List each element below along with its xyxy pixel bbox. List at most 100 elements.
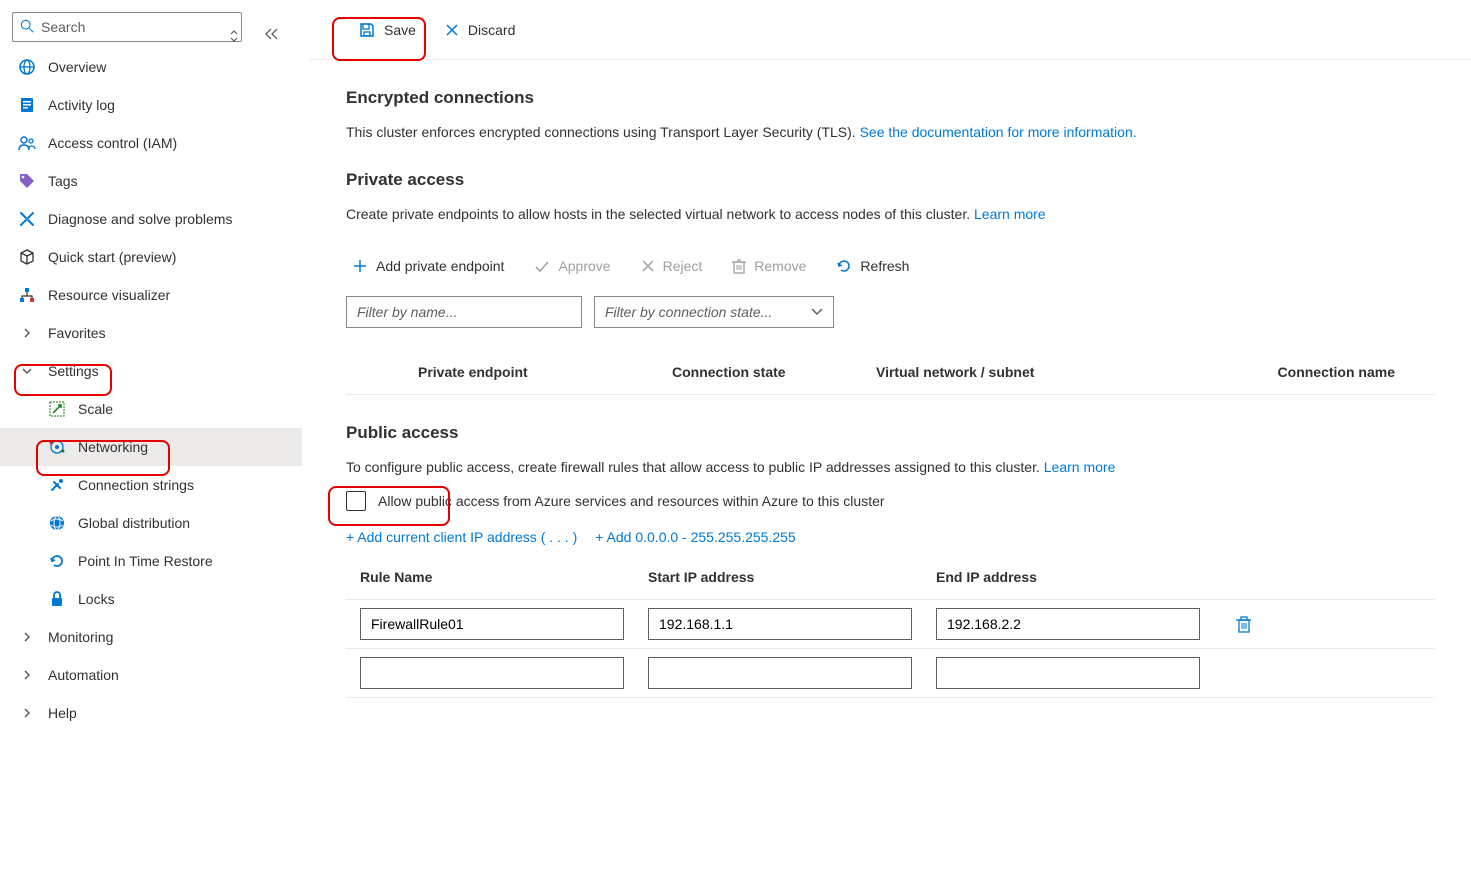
private-access-text: Create private endpoints to allow hosts …	[346, 204, 1435, 224]
sidebar-group-settings[interactable]: Settings	[0, 352, 302, 390]
public-access-section: Public access To configure public access…	[310, 395, 1471, 698]
sidebar-group-label: Favorites	[48, 325, 106, 341]
col-private-endpoint: Private endpoint	[346, 364, 672, 380]
sidebar-item-diagnose[interactable]: Diagnose and solve problems	[0, 200, 302, 238]
refresh-button[interactable]: Refresh	[830, 250, 915, 282]
sidebar-item-label: Networking	[78, 439, 148, 455]
end-ip-input[interactable]	[936, 608, 1200, 640]
sidebar-item-label: Locks	[78, 591, 115, 607]
delete-rule-button[interactable]	[1236, 615, 1252, 633]
close-icon	[444, 22, 460, 38]
sidebar-item-resource-visualizer[interactable]: Resource visualizer	[0, 276, 302, 314]
sidebar-item-connection-strings[interactable]: Connection strings	[0, 466, 302, 504]
sidebar-item-pitr[interactable]: Point In Time Restore	[0, 542, 302, 580]
private-access-section: Private access Create private endpoints …	[310, 142, 1471, 395]
remove-button: Remove	[726, 250, 812, 282]
private-access-title: Private access	[346, 170, 1435, 190]
sidebar-item-label: Tags	[48, 173, 78, 189]
allow-azure-access-label: Allow public access from Azure services …	[378, 493, 885, 509]
lock-icon	[48, 590, 66, 608]
add-ip-range-link[interactable]: + Add 0.0.0.0 - 255.255.255.255	[595, 529, 795, 545]
chevron-right-icon	[18, 328, 36, 338]
filter-by-state-select[interactable]: Filter by connection state...	[594, 296, 834, 328]
sidebar-item-scale[interactable]: Scale	[0, 390, 302, 428]
firewall-row	[346, 600, 1435, 649]
sidebar: Overview Activity log Access control (IA…	[0, 0, 310, 869]
sidebar-item-locks[interactable]: Locks	[0, 580, 302, 618]
sidebar-item-label: Access control (IAM)	[48, 135, 177, 151]
chevron-down-icon	[811, 308, 823, 316]
firewall-table: Rule Name Start IP address End IP addres…	[346, 569, 1435, 698]
save-button[interactable]: Save	[346, 12, 428, 48]
encrypted-doc-link[interactable]: See the documentation for more informati…	[860, 124, 1137, 140]
sidebar-item-overview[interactable]: Overview	[0, 48, 302, 86]
col-start-ip: Start IP address	[648, 569, 936, 585]
network-icon	[48, 438, 66, 456]
add-private-endpoint-button[interactable]: Add private endpoint	[346, 250, 510, 282]
sidebar-item-label: Quick start (preview)	[48, 249, 176, 265]
sidebar-group-favorites[interactable]: Favorites	[0, 314, 302, 352]
add-client-ip-link[interactable]: + Add current client IP address ( . . . …	[346, 529, 577, 545]
chevron-right-icon	[18, 708, 36, 718]
sidebar-item-access-control[interactable]: Access control (IAM)	[0, 124, 302, 162]
restore-icon	[48, 552, 66, 570]
sidebar-item-global-distribution[interactable]: Global distribution	[0, 504, 302, 542]
sidebar-group-label: Automation	[48, 667, 119, 683]
discard-button[interactable]: Discard	[432, 12, 527, 48]
trash-icon	[732, 258, 746, 274]
cube-icon	[18, 248, 36, 266]
sidebar-group-label: Help	[48, 705, 77, 721]
approve-button: Approve	[528, 250, 616, 282]
sidebar-group-monitoring[interactable]: Monitoring	[0, 618, 302, 656]
encrypted-text: This cluster enforces encrypted connecti…	[346, 122, 1435, 142]
start-ip-input[interactable]	[648, 608, 912, 640]
sidebar-item-label: Scale	[78, 401, 113, 417]
content-area: Save Discard Encrypted connections This …	[310, 0, 1471, 869]
col-rule-name: Rule Name	[360, 569, 648, 585]
search-input[interactable]	[12, 12, 242, 42]
sidebar-item-label: Resource visualizer	[48, 287, 170, 303]
sidebar-item-label: Point In Time Restore	[78, 553, 213, 569]
filter-by-name-input[interactable]	[346, 296, 582, 328]
global-icon	[48, 514, 66, 532]
save-button-label: Save	[384, 22, 416, 38]
firewall-row	[346, 649, 1435, 698]
sidebar-item-networking[interactable]: Networking	[0, 428, 302, 466]
col-connection-state: Connection state	[672, 364, 876, 380]
private-learn-more-link[interactable]: Learn more	[974, 206, 1046, 222]
encrypted-title: Encrypted connections	[346, 88, 1435, 108]
scale-icon	[48, 400, 66, 418]
sidebar-group-help[interactable]: Help	[0, 694, 302, 732]
private-endpoint-table: Private endpoint Connection state Virtua…	[346, 364, 1435, 395]
collapse-sidebar-icon[interactable]	[264, 27, 280, 41]
private-endpoint-table-header: Private endpoint Connection state Virtua…	[346, 364, 1435, 395]
wrench-icon	[18, 210, 36, 228]
allow-azure-access-row: Allow public access from Azure services …	[346, 491, 1435, 511]
firewall-table-header: Rule Name Start IP address End IP addres…	[346, 569, 1435, 600]
expand-selector-icon[interactable]	[228, 29, 240, 43]
sidebar-group-automation[interactable]: Automation	[0, 656, 302, 694]
save-icon	[358, 21, 376, 39]
sidebar-item-tags[interactable]: Tags	[0, 162, 302, 200]
chevron-right-icon	[18, 632, 36, 642]
end-ip-input[interactable]	[936, 657, 1200, 689]
allow-azure-access-checkbox[interactable]	[346, 491, 366, 511]
private-endpoint-toolbar: Add private endpoint Approve Reject Remo…	[346, 250, 1435, 282]
rule-name-input[interactable]	[360, 608, 624, 640]
sidebar-item-label: Activity log	[48, 97, 115, 113]
col-end-ip: End IP address	[936, 569, 1224, 585]
check-icon	[534, 258, 550, 274]
public-access-title: Public access	[346, 423, 1435, 443]
start-ip-input[interactable]	[648, 657, 912, 689]
encrypted-section: Encrypted connections This cluster enfor…	[310, 60, 1471, 142]
discard-button-label: Discard	[468, 22, 515, 38]
sidebar-item-quick-start[interactable]: Quick start (preview)	[0, 238, 302, 276]
reject-button: Reject	[635, 250, 709, 282]
globe-icon	[18, 58, 36, 76]
sidebar-item-activity-log[interactable]: Activity log	[0, 86, 302, 124]
public-learn-more-link[interactable]: Learn more	[1044, 459, 1116, 475]
rule-name-input[interactable]	[360, 657, 624, 689]
add-ip-links: + Add current client IP address ( . . . …	[346, 529, 1435, 545]
sidebar-group-label: Monitoring	[48, 629, 113, 645]
x-icon	[641, 259, 655, 273]
